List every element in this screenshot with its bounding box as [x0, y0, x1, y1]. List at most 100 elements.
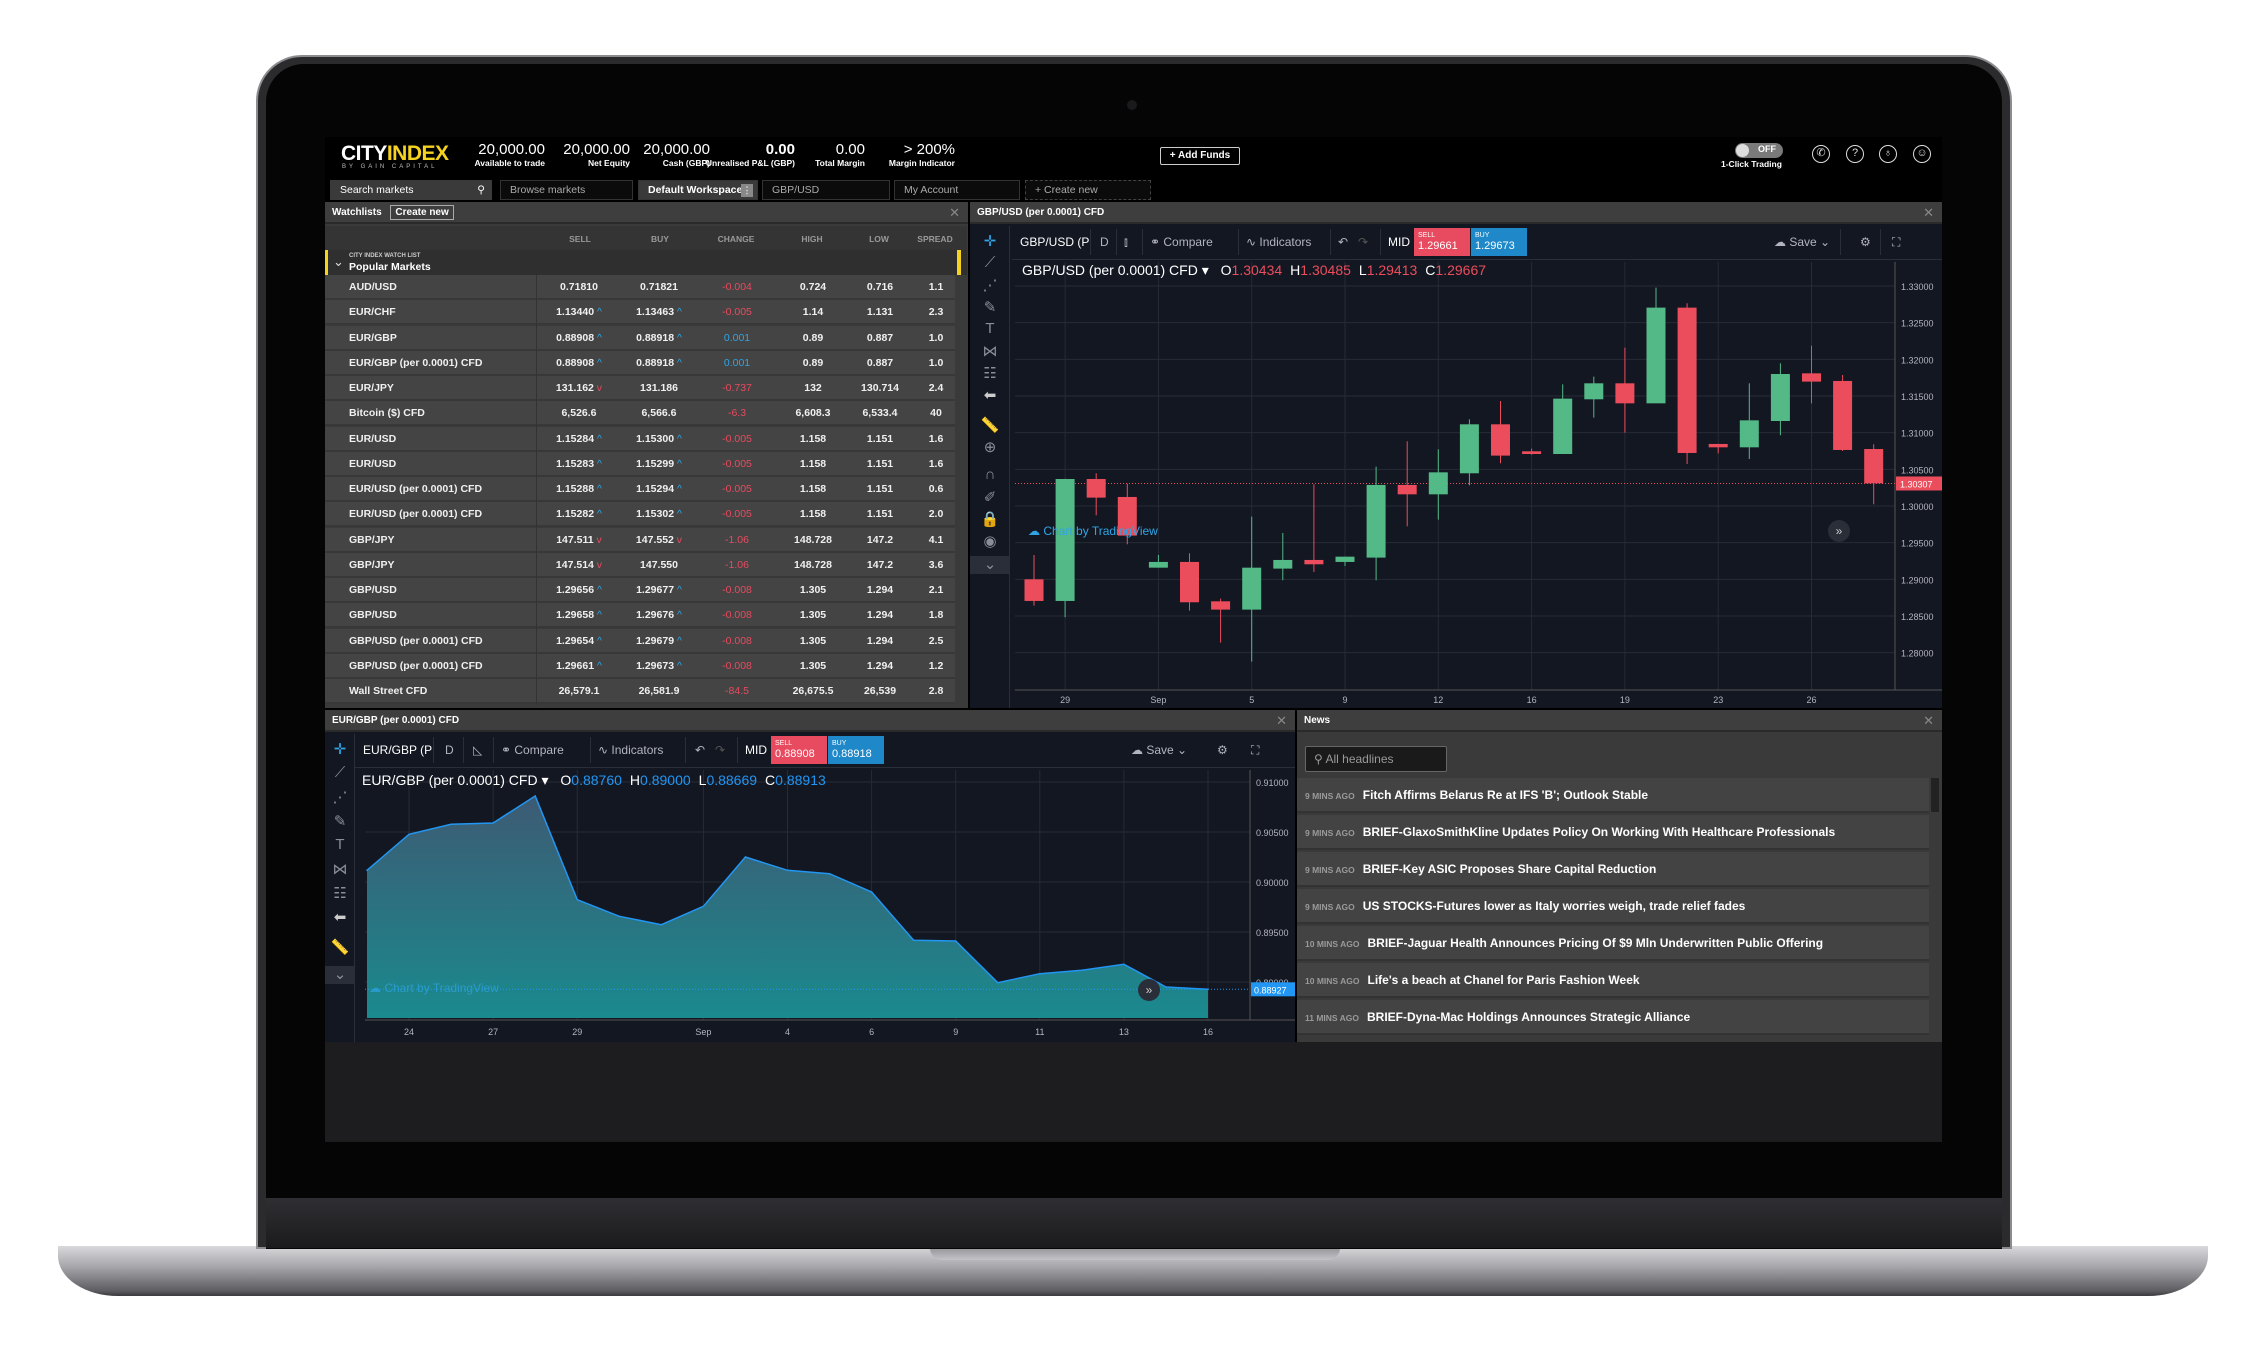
watchlist-row[interactable]: GBP/USD (per 0.0001) CFD 1.29661 ^ 1.29673… — [325, 653, 955, 679]
candlestick-chart[interactable]: 1.33000 1.32500 1.32000 1.31500 1.31000 1.305… — [1015, 262, 1942, 708]
brush-icon[interactable]: ✎ — [325, 812, 355, 830]
fullscreen-icon[interactable]: ⛶ — [1251, 734, 1259, 766]
back-arrow-icon[interactable]: ⬅ — [325, 908, 355, 926]
indicators-button[interactable]: ∿ Indicators — [1246, 226, 1311, 258]
pattern-icon[interactable]: ⋈ — [325, 860, 355, 878]
watchlist-row[interactable]: Wall Street CFD 26,579.1 26,581.9 -84.5 26,6… — [325, 679, 955, 704]
text-icon[interactable]: T — [970, 320, 1010, 337]
crosshair-icon[interactable]: ✛ — [970, 232, 1010, 250]
sell-button[interactable]: SELL 0.88908 — [771, 736, 827, 764]
legend-symbol[interactable]: EUR/GBP (per 0.0001) CFD — [362, 772, 538, 788]
news-item[interactable]: 9 MINS AGO BRIEF-Key ASIC Proposes Share … — [1297, 852, 1929, 887]
news-headline[interactable]: BRIEF-Jaguar Health Announces Pricing Of… — [1367, 936, 1823, 950]
symbol-selector[interactable]: GBP/USD (P — [1020, 226, 1089, 258]
chevron-down-icon[interactable]: ⌄ — [333, 254, 344, 270]
news-item[interactable]: 9 MINS AGO BRIEF-GlaxoSmithKline Updates … — [1297, 815, 1929, 850]
news-search-input[interactable]: ⚲ All headlines — [1305, 746, 1447, 772]
scrollbar[interactable] — [957, 250, 961, 275]
watchlist-group-popular-markets[interactable]: ⌄ CITY INDEX WATCH LIST Popular Markets — [325, 250, 967, 275]
ruler-icon[interactable]: 📏 — [970, 416, 1010, 434]
collapse-toolbar-icon[interactable]: ⌄ — [325, 966, 355, 984]
tradingview-watermark[interactable]: ☁ Chart by TradingView — [1028, 524, 1158, 538]
close-icon[interactable]: ✕ — [949, 204, 960, 222]
close-icon[interactable]: ✕ — [1923, 204, 1934, 222]
news-item[interactable]: 9 MINS AGO Fitch Affirms Belarus Re at IF… — [1297, 778, 1929, 813]
back-arrow-icon[interactable]: ⬅ — [970, 386, 1010, 404]
tab-browse-markets[interactable]: Browse markets — [500, 180, 633, 200]
ruler-icon[interactable]: 📏 — [325, 938, 355, 956]
buy-button[interactable]: BUY 0.88918 — [828, 736, 884, 764]
add-funds-button[interactable]: + Add Funds — [1160, 147, 1240, 165]
news-headline[interactable]: Fitch Affirms Belarus Re at IFS 'B'; Out… — [1363, 788, 1648, 802]
close-icon[interactable]: ✕ — [1276, 712, 1287, 730]
watchlist-row[interactable]: Bitcoin ($) CFD 6,526.6 6,566.6 -6.3 6,608.3… — [325, 401, 955, 427]
save-button[interactable]: ☁ Save ⌄ — [1131, 734, 1187, 766]
news-headline[interactable]: BRIEF-Key ASIC Proposes Share Capital Re… — [1363, 862, 1657, 876]
watchlist-row[interactable]: EUR/USD 1.15284 ^ 1.15300 ^ -0.005 1.158 1.15… — [325, 426, 955, 452]
redo-icon[interactable]: ↷ — [715, 734, 725, 766]
undo-icon[interactable]: ↶ — [695, 734, 705, 766]
text-icon[interactable]: T — [325, 836, 355, 853]
interval-selector[interactable]: D — [445, 734, 454, 766]
news-headline[interactable]: BRIEF-Dyna-Mac Holdings Announces Strate… — [1367, 1010, 1690, 1024]
tab-gbp-usd[interactable]: GBP/USD — [762, 180, 890, 200]
watchlist-row[interactable]: GBP/USD 1.29656 ^ 1.29677 ^ -0.008 1.305 1.29… — [325, 578, 955, 603]
brush-icon[interactable]: ✎ — [970, 298, 1010, 316]
tab-create-new[interactable]: + Create new — [1025, 180, 1151, 200]
trend-line-icon[interactable]: ⟋ — [325, 764, 355, 781]
area-type-icon[interactable]: ◺ — [473, 734, 482, 766]
help-icon[interactable]: ? — [1846, 145, 1864, 163]
search-markets-input[interactable]: Search markets ⚲ — [330, 180, 492, 200]
close-icon[interactable]: ✕ — [1923, 712, 1934, 730]
user-icon[interactable]: ☺ — [1913, 145, 1931, 163]
area-chart[interactable]: 0.910000.905000.900000.895000.8900024272… — [365, 770, 1295, 1042]
watchlist-row[interactable]: GBP/USD (per 0.0001) CFD 1.29654 ^ 1.29679… — [325, 628, 955, 654]
watchlist-row[interactable]: EUR/GBP 0.88908 ^ 0.88918 ^ 0.001 0.89 0.887 1… — [325, 325, 955, 351]
legend-symbol[interactable]: GBP/USD (per 0.0001) CFD — [1022, 262, 1198, 278]
watchlist-row[interactable]: EUR/USD (per 0.0001) CFD 1.15288 ^ 1.15294… — [325, 477, 955, 502]
watchlist-row[interactable]: EUR/JPY 131.162 v 131.186 -0.737 132 130.714 2… — [325, 376, 955, 401]
scroll-to-realtime-icon[interactable]: » — [1828, 520, 1850, 542]
news-item[interactable]: 10 MINS AGO BRIEF-Jaguar Health Announces… — [1297, 926, 1929, 961]
news-item[interactable]: 9 MINS AGO US STOCKS-Futures lower as Ita… — [1297, 889, 1929, 924]
watchlist-row[interactable]: EUR/USD (per 0.0001) CFD 1.15282 ^ 1.15302… — [325, 502, 955, 528]
settings-gear-icon[interactable]: ⚙ — [1860, 226, 1871, 258]
save-button[interactable]: ☁ Save ⌄ — [1774, 226, 1830, 258]
interval-selector[interactable]: D — [1100, 226, 1109, 258]
news-item[interactable]: 10 MINS AGO Life's a beach at Chanel for … — [1297, 963, 1929, 998]
phone-icon[interactable]: ✆ — [1812, 145, 1830, 163]
eye-icon[interactable]: ◉ — [970, 532, 1010, 550]
tradingview-watermark[interactable]: ☁ Chart by TradingView — [369, 981, 499, 995]
pencil-lock-icon[interactable]: ✐ — [970, 488, 1010, 506]
one-click-trading-toggle[interactable]: OFF — [1735, 143, 1783, 158]
crosshair-icon[interactable]: ✛ — [325, 740, 355, 758]
magnet-icon[interactable]: ∩ — [970, 466, 1010, 483]
workspace-menu-icon[interactable]: ⋮ — [741, 184, 753, 197]
news-headline[interactable]: Life's a beach at Chanel for Paris Fashi… — [1367, 973, 1639, 987]
compare-button[interactable]: ⚭ Compare — [501, 734, 564, 766]
zoom-icon[interactable]: ⊕ — [970, 438, 1010, 456]
fib-icon[interactable]: ⋰ — [325, 788, 355, 806]
scrollbar[interactable] — [1931, 778, 1939, 812]
settings-gear-icon[interactable]: ⚙ — [1217, 734, 1228, 766]
create-watchlist-button[interactable]: Create new — [390, 205, 454, 220]
prediction-icon[interactable]: ☷ — [325, 884, 355, 902]
symbol-selector[interactable]: EUR/GBP (P — [363, 734, 432, 766]
compare-button[interactable]: ⚭ Compare — [1150, 226, 1213, 258]
watchlist-row[interactable]: GBP/JPY 147.511 v 147.552 v -1.06 148.728 147… — [325, 527, 955, 553]
tab-my-account[interactable]: My Account — [894, 180, 1020, 200]
lock-icon[interactable]: 🔒 — [970, 510, 1010, 528]
watchlist-row[interactable]: GBP/JPY 147.514 v 147.550 -1.06 148.728 147.2… — [325, 552, 955, 578]
watchlist-row[interactable]: EUR/GBP (per 0.0001) CFD 0.88908 ^ 0.88918… — [325, 350, 955, 376]
news-headline[interactable]: BRIEF-GlaxoSmithKline Updates Policy On … — [1363, 825, 1835, 839]
tab-default-workspace[interactable]: Default Workspace ⋮ — [638, 180, 758, 200]
prediction-icon[interactable]: ☷ — [970, 364, 1010, 382]
scroll-to-realtime-icon[interactable]: » — [1138, 979, 1160, 1001]
pattern-icon[interactable]: ⋈ — [970, 342, 1010, 360]
watchlist-row[interactable]: EUR/CHF 1.13440 ^ 1.13463 ^ -0.005 1.14 1.131… — [325, 300, 955, 326]
indicators-button[interactable]: ∿ Indicators — [598, 734, 663, 766]
fib-icon[interactable]: ⋰ — [970, 276, 1010, 294]
candle-type-icon[interactable]: ⫾ — [1124, 226, 1128, 258]
sell-button[interactable]: SELL 1.29661 — [1414, 228, 1470, 256]
trend-line-icon[interactable]: ⟋ — [970, 254, 1010, 271]
